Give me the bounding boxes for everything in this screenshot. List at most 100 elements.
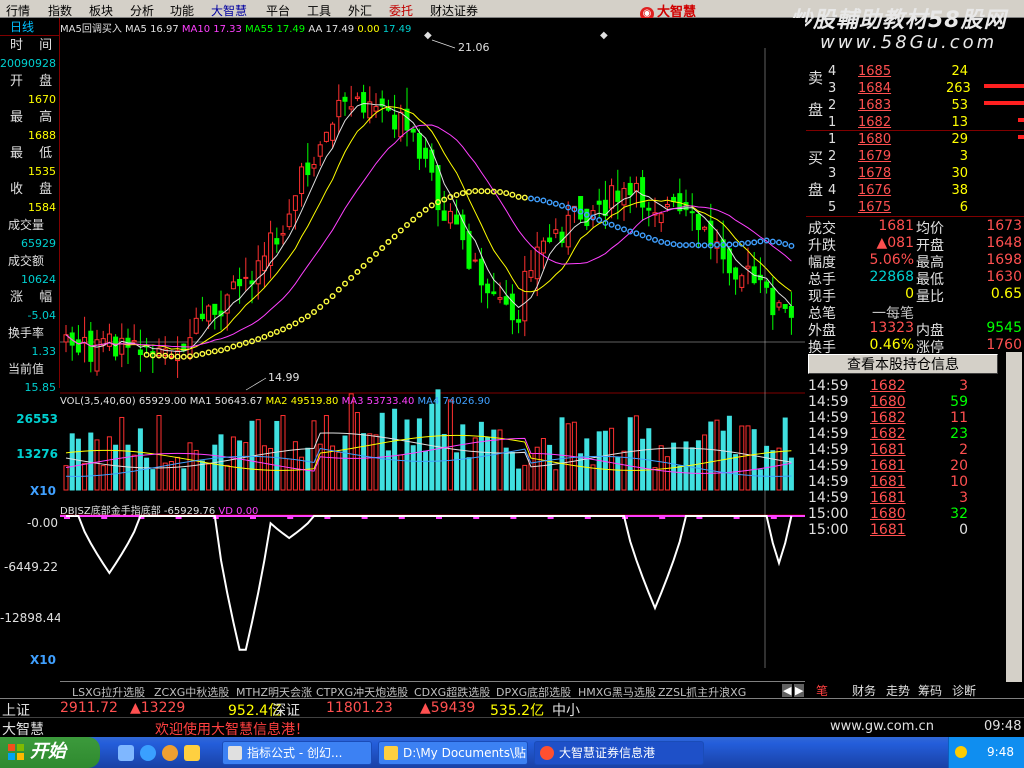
zero-value: 0.00 [357, 24, 380, 35]
volume-bar [106, 436, 112, 491]
volume-bar [199, 460, 205, 491]
buy-level-row[interactable]: 1 1680 29 [806, 132, 1024, 148]
volume-bar [726, 415, 732, 491]
volume-bar [212, 444, 218, 491]
tab-chips[interactable]: 筹码 [918, 682, 942, 699]
stat-value: 0.46% [869, 337, 914, 353]
volume-bar [416, 418, 422, 491]
ind-y-mid: -6449.22 [4, 560, 58, 574]
volume-bar [584, 438, 590, 491]
stat-value: 9545 [986, 320, 1022, 336]
candle-body [615, 190, 621, 202]
volume-bar [640, 438, 646, 491]
buy-level-row[interactable]: 5 1675 6 [806, 200, 1024, 216]
taskbar-explorer[interactable]: D:\My Documents\贴... [378, 741, 528, 765]
volume-bar [609, 427, 615, 491]
volume-bar [311, 420, 317, 491]
candle-body [497, 297, 503, 300]
view-holdings-button[interactable]: 查看本股持仓信息 [808, 354, 998, 374]
menu-trade[interactable]: 委托 [389, 2, 413, 19]
tab-diagnosis[interactable]: 诊断 [952, 682, 976, 699]
tray-clock[interactable]: 9:48 [987, 745, 1014, 759]
tray-volume-icon[interactable] [955, 746, 967, 758]
stat-row: 现手 0 量比 0.65 [806, 286, 1024, 305]
sell-level-row[interactable]: 1 1682 13 [806, 115, 1024, 131]
menu-function[interactable]: 功能 [170, 2, 194, 19]
volume-bar [602, 430, 608, 491]
buy-level-row[interactable]: 2 1679 3 [806, 149, 1024, 165]
menu-analysis[interactable]: 分析 [130, 2, 154, 19]
volume-bar [472, 437, 478, 491]
volume-bar [540, 437, 546, 491]
menu-quotes[interactable]: 行情 [6, 2, 30, 19]
volume-bar [144, 457, 150, 491]
start-button[interactable]: 开始 [0, 737, 100, 768]
menu-broker[interactable]: 财达证券 [430, 2, 478, 19]
candle-body [776, 302, 782, 308]
menu-index[interactable]: 指数 [48, 2, 72, 19]
amount-value: 10624 [21, 273, 56, 286]
show-desktop-icon[interactable] [118, 745, 134, 761]
menu-tools[interactable]: 工具 [307, 2, 331, 19]
media-player-icon[interactable] [162, 745, 178, 761]
kline-chart-svg[interactable]: 21.06 14.99 ◆ ◆ [60, 18, 805, 668]
candle-body [565, 214, 571, 248]
buy-level-row[interactable]: 3 1678 30 [806, 166, 1024, 182]
folder-icon[interactable] [184, 745, 200, 761]
menu-forex[interactable]: 外汇 [348, 2, 372, 19]
candle-body [305, 162, 311, 176]
ie-browser-icon[interactable] [140, 745, 156, 761]
volume-bar [553, 469, 559, 491]
tick-volume: 3 [959, 490, 968, 506]
menu-sector[interactable]: 板块 [89, 2, 113, 19]
taskbar-formula-editor[interactable]: 指标公式 - 创幻... [222, 741, 372, 765]
volume-bar [404, 419, 410, 491]
volume-bar [745, 425, 751, 491]
tick-scrollbar[interactable] [1006, 352, 1022, 682]
chart-area[interactable]: 21.06 14.99 ◆ ◆ MA5回调买入 MA5 16.97 MA10 1… [60, 18, 805, 668]
ind-formula-name[interactable]: DBJSZ底部金手指底部 [60, 506, 161, 517]
tab-tick[interactable]: 笔 [816, 682, 828, 699]
start-label: 开始 [30, 741, 66, 762]
vol-formula-name[interactable]: VOL(3,5,40,60) [60, 396, 136, 407]
site-url[interactable]: www.gw.com.cn [830, 719, 934, 734]
volume-bar [367, 433, 373, 491]
ob-price: 1682 [858, 115, 892, 130]
vol-ma3-label: MA3 [341, 396, 364, 407]
candle-body [410, 128, 416, 133]
aa-value: 17.49 [325, 24, 355, 35]
formula-name[interactable]: MA5回调买入 [60, 24, 122, 35]
volume-bar [454, 452, 460, 491]
tab-finance[interactable]: 财务 [852, 682, 876, 699]
candle-body [255, 260, 261, 285]
ob-level: 4 [828, 64, 837, 79]
tick-volume: 11 [950, 410, 968, 426]
candle-body [764, 281, 770, 288]
period-tab-daily[interactable]: 日线 [0, 18, 59, 36]
candle-body [485, 283, 491, 294]
tab-trend[interactable]: 走势 [886, 682, 910, 699]
ma5-value: 16.97 [150, 24, 179, 35]
volume-bar [113, 444, 119, 491]
stat-value: 0.65 [990, 286, 1022, 302]
buy-level-row[interactable]: 4 1676 38 [806, 183, 1024, 199]
ob-price: 1676 [858, 183, 892, 198]
volume-bar [94, 439, 100, 491]
scroll-left-icon[interactable]: ◀ [782, 684, 793, 697]
volume-bar [286, 458, 292, 491]
tick-time: 14:59 [808, 458, 849, 474]
volume-bar [261, 445, 267, 491]
tick-row: 15:00 1681 0 [806, 522, 1024, 538]
vd-label: VD [218, 506, 233, 517]
volume-bar [218, 434, 224, 491]
watermark-url: www.58Gu.com [820, 32, 998, 53]
sell-level-row[interactable]: 4 1685 24 [806, 64, 1024, 80]
vol-ma2-label: MA2 [265, 396, 288, 407]
scroll-right-icon[interactable]: ▶ [794, 684, 805, 697]
candle-body [609, 185, 615, 209]
menu-dzh[interactable]: 大智慧 [211, 2, 247, 19]
menu-platform[interactable]: 平台 [266, 2, 290, 19]
right-panel-tabs: 笔 财务 走势 筹码 诊断 [806, 681, 1024, 698]
taskbar-dzh[interactable]: 大智慧证券信息港 [534, 741, 704, 765]
ob-level: 4 [828, 183, 837, 198]
